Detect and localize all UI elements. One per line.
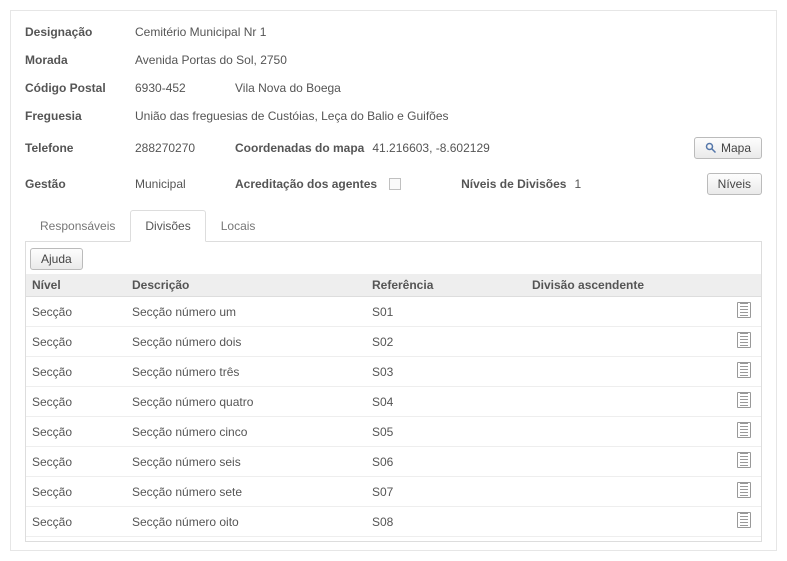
document-icon[interactable] — [737, 392, 751, 408]
cell-descricao: Secção número dois — [126, 327, 366, 357]
th-referencia: Referência — [366, 274, 526, 297]
table-row[interactable]: SecçãoSecção número umS01 — [26, 297, 761, 327]
row-freguesia: Freguesia União das freguesias de Custói… — [25, 109, 762, 123]
cell-descricao: Secção número seis — [126, 447, 366, 477]
cell-descricao: Secção número oito — [126, 507, 366, 537]
cell-referencia: S06 — [366, 447, 526, 477]
cell-nivel: Secção — [26, 357, 126, 387]
row-gestao: Gestão Municipal Acreditação dos agentes… — [25, 173, 762, 195]
tab-locais[interactable]: Locais — [206, 210, 271, 242]
label-freguesia: Freguesia — [25, 109, 135, 123]
document-icon[interactable] — [737, 362, 751, 378]
document-icon[interactable] — [737, 512, 751, 528]
cell-descricao: Secção número quatro — [126, 387, 366, 417]
divisoes-table: Nível Descrição Referência Divisão ascen… — [26, 274, 761, 537]
cell-ascendente — [526, 447, 731, 477]
cell-referencia: S03 — [366, 357, 526, 387]
cell-nivel: Secção — [26, 447, 126, 477]
table-row[interactable]: SecçãoSecção número seisS06 — [26, 447, 761, 477]
cell-ascendente — [526, 297, 731, 327]
niveis-button-label: Níveis — [718, 177, 751, 191]
cell-ascendente — [526, 387, 731, 417]
value-gestao: Municipal — [135, 177, 235, 191]
label-gestao: Gestão — [25, 177, 135, 191]
cell-ascendente — [526, 417, 731, 447]
tab-content-divisoes: Ajuda Nível Descrição Referência Divisão… — [25, 242, 762, 542]
table-row[interactable]: SecçãoSecção número seteS07 — [26, 477, 761, 507]
table-row[interactable]: SecçãoSecção número quatroS04 — [26, 387, 761, 417]
document-icon[interactable] — [737, 302, 751, 318]
cell-ascendente — [526, 507, 731, 537]
cell-nivel: Secção — [26, 297, 126, 327]
label-designacao: Designação — [25, 25, 135, 39]
checkbox-acreditacao[interactable] — [389, 178, 401, 190]
cell-descricao: Secção número um — [126, 297, 366, 327]
cell-referencia: S05 — [366, 417, 526, 447]
th-actions — [731, 274, 761, 297]
cell-nivel: Secção — [26, 477, 126, 507]
tab-responsaveis[interactable]: Responsáveis — [25, 210, 130, 242]
table-row[interactable]: SecçãoSecção número cincoS05 — [26, 417, 761, 447]
value-telefone: 288270270 — [135, 141, 235, 155]
cell-descricao: Secção número cinco — [126, 417, 366, 447]
th-descricao: Descrição — [126, 274, 366, 297]
details-panel: Designação Cemitério Municipal Nr 1 Mora… — [10, 10, 777, 551]
tab-divisoes[interactable]: Divisões — [130, 210, 205, 242]
niveis-button[interactable]: Níveis — [707, 173, 762, 195]
map-button[interactable]: Mapa — [694, 137, 762, 159]
help-button-label: Ajuda — [41, 252, 72, 266]
label-codigo-postal: Código Postal — [25, 81, 135, 95]
cell-descricao: Secção número três — [126, 357, 366, 387]
cell-referencia: S07 — [366, 477, 526, 507]
help-button[interactable]: Ajuda — [30, 248, 83, 270]
cell-referencia: S02 — [366, 327, 526, 357]
cell-nivel: Secção — [26, 507, 126, 537]
value-coordenadas: 41.216603, -8.602129 — [372, 141, 489, 155]
row-morada: Morada Avenida Portas do Sol, 2750 — [25, 53, 762, 67]
th-divisao-ascendente: Divisão ascendente — [526, 274, 731, 297]
cell-ascendente — [526, 327, 731, 357]
value-morada: Avenida Portas do Sol, 2750 — [135, 53, 287, 67]
cell-ascendente — [526, 357, 731, 387]
table-row[interactable]: SecçãoSecção número oitoS08 — [26, 507, 761, 537]
value-niveis-divisoes: 1 — [574, 177, 581, 191]
value-localidade: Vila Nova do Boega — [235, 81, 341, 95]
cell-referencia: S04 — [366, 387, 526, 417]
table-body: SecçãoSecção número umS01SecçãoSecção nú… — [26, 297, 761, 537]
label-morada: Morada — [25, 53, 135, 67]
row-telefone: Telefone 288270270 Coordenadas do mapa 4… — [25, 137, 762, 159]
value-codigo-postal: 6930-452 — [135, 81, 235, 95]
document-icon[interactable] — [737, 332, 751, 348]
document-icon[interactable] — [737, 422, 751, 438]
table-row[interactable]: SecçãoSecção número trêsS03 — [26, 357, 761, 387]
label-telefone: Telefone — [25, 141, 135, 155]
cell-descricao: Secção número sete — [126, 477, 366, 507]
cell-nivel: Secção — [26, 417, 126, 447]
value-freguesia: União das freguesias de Custóias, Leça d… — [135, 109, 449, 123]
cell-nivel: Secção — [26, 387, 126, 417]
label-niveis-divisoes: Níveis de Divisões — [461, 177, 566, 191]
tabs-bar: Responsáveis Divisões Locais — [25, 209, 762, 242]
map-button-label: Mapa — [721, 141, 751, 155]
cell-referencia: S01 — [366, 297, 526, 327]
cell-ascendente — [526, 477, 731, 507]
magnifier-icon — [705, 142, 717, 154]
label-coordenadas: Coordenadas do mapa — [235, 141, 364, 155]
row-codigo-postal: Código Postal 6930-452 Vila Nova do Boeg… — [25, 81, 762, 95]
row-designacao: Designação Cemitério Municipal Nr 1 — [25, 25, 762, 39]
cell-referencia: S08 — [366, 507, 526, 537]
label-acreditacao: Acreditação dos agentes — [235, 177, 377, 191]
document-icon[interactable] — [737, 482, 751, 498]
value-designacao: Cemitério Municipal Nr 1 — [135, 25, 266, 39]
cell-nivel: Secção — [26, 327, 126, 357]
document-icon[interactable] — [737, 452, 751, 468]
table-row[interactable]: SecçãoSecção número doisS02 — [26, 327, 761, 357]
th-nivel: Nível — [26, 274, 126, 297]
